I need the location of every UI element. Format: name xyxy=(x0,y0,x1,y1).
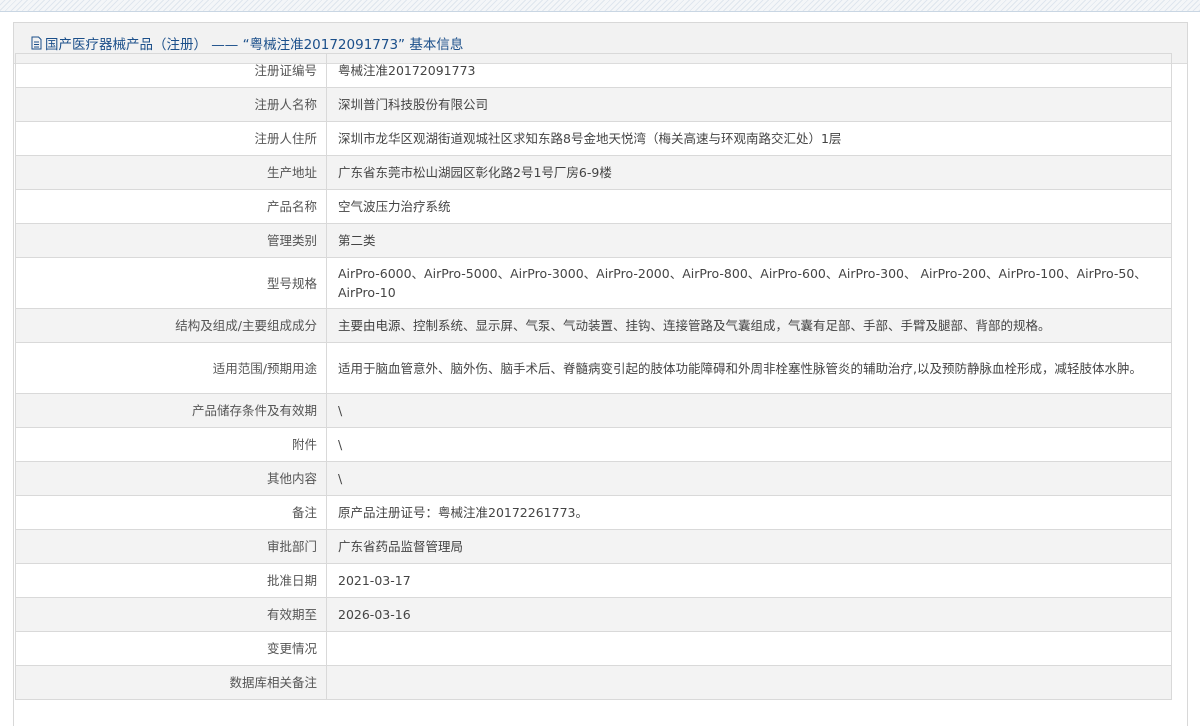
field-value: 原产品注册证号：粤械注准20172261773。 xyxy=(326,495,1172,530)
field-value: AirPro-6000、AirPro-5000、AirPro-3000、AirP… xyxy=(326,257,1172,309)
table-row: 型号规格 AirPro-6000、AirPro-5000、AirPro-3000… xyxy=(15,257,1172,309)
field-value: 第二类 xyxy=(326,223,1172,258)
table-row: 产品储存条件及有效期 \ xyxy=(15,393,1172,428)
field-label: 产品储存条件及有效期 xyxy=(15,393,327,428)
field-label: 变更情况 xyxy=(15,631,327,666)
table-row: 有效期至 2026-03-16 xyxy=(15,597,1172,632)
page-title: 国产医疗器械产品（注册） —— “粤械注准20172091773” 基本信息 xyxy=(45,37,464,53)
field-label: 注册人名称 xyxy=(15,87,327,122)
table-row: 生产地址 广东省东莞市松山湖园区彰化路2号1号厂房6-9楼 xyxy=(15,155,1172,190)
table-row: 数据库相关备注 xyxy=(15,665,1172,700)
field-label: 产品名称 xyxy=(15,189,327,224)
field-label: 注册人住所 xyxy=(15,121,327,156)
field-value xyxy=(326,665,1172,700)
table-row: 附件 \ xyxy=(15,427,1172,462)
top-decorative-band xyxy=(0,0,1200,12)
table-row: 审批部门 广东省药品监督管理局 xyxy=(15,529,1172,564)
document-icon xyxy=(30,36,43,50)
table-row: 产品名称 空气波压力治疗系统 xyxy=(15,189,1172,224)
field-value: 深圳普门科技股份有限公司 xyxy=(326,87,1172,122)
field-value: \ xyxy=(326,393,1172,428)
field-label: 适用范围/预期用途 xyxy=(15,342,327,394)
table-row: 注册人名称 深圳普门科技股份有限公司 xyxy=(15,87,1172,122)
field-label: 附件 xyxy=(15,427,327,462)
table-row: 其他内容 \ xyxy=(15,461,1172,496)
info-table: 注册证编号 粤械注准20172091773 注册人名称 深圳普门科技股份有限公司… xyxy=(15,53,1172,700)
table-row: 批准日期 2021-03-17 xyxy=(15,563,1172,598)
field-value: 2021-03-17 xyxy=(326,563,1172,598)
table-row: 注册人住所 深圳市龙华区观湖街道观城社区求知东路8号金地天悦湾（梅关高速与环观南… xyxy=(15,121,1172,156)
table-row: 备注 原产品注册证号：粤械注准20172261773。 xyxy=(15,495,1172,530)
field-label: 型号规格 xyxy=(15,257,327,309)
field-value: 2026-03-16 xyxy=(326,597,1172,632)
field-value: 广东省东莞市松山湖园区彰化路2号1号厂房6-9楼 xyxy=(326,155,1172,190)
field-label: 备注 xyxy=(15,495,327,530)
field-label: 生产地址 xyxy=(15,155,327,190)
field-label: 注册证编号 xyxy=(15,53,327,88)
field-label: 批准日期 xyxy=(15,563,327,598)
field-label: 数据库相关备注 xyxy=(15,665,327,700)
field-value: \ xyxy=(326,427,1172,462)
table-row: 结构及组成/主要组成成分 主要由电源、控制系统、显示屏、气泵、气动装置、挂钩、连… xyxy=(15,308,1172,343)
field-value xyxy=(326,631,1172,666)
field-value: 空气波压力治疗系统 xyxy=(326,189,1172,224)
field-value: 广东省药品监督管理局 xyxy=(326,529,1172,564)
field-value: 粤械注准20172091773 xyxy=(326,53,1172,88)
field-label: 管理类别 xyxy=(15,223,327,258)
field-value: 深圳市龙华区观湖街道观城社区求知东路8号金地天悦湾（梅关高速与环观南路交汇处）1… xyxy=(326,121,1172,156)
field-value: 适用于脑血管意外、脑外伤、脑手术后、脊髓病变引起的肢体功能障碍和外周非栓塞性脉管… xyxy=(326,342,1172,394)
table-row: 管理类别 第二类 xyxy=(15,223,1172,258)
field-value: \ xyxy=(326,461,1172,496)
table-row: 注册证编号 粤械注准20172091773 xyxy=(15,53,1172,88)
field-label: 结构及组成/主要组成成分 xyxy=(15,308,327,343)
field-value: 主要由电源、控制系统、显示屏、气泵、气动装置、挂钩、连接管路及气囊组成，气囊有足… xyxy=(326,308,1172,343)
table-row: 适用范围/预期用途 适用于脑血管意外、脑外伤、脑手术后、脊髓病变引起的肢体功能障… xyxy=(15,342,1172,394)
field-label: 有效期至 xyxy=(15,597,327,632)
field-label: 审批部门 xyxy=(15,529,327,564)
field-label: 其他内容 xyxy=(15,461,327,496)
table-row: 变更情况 xyxy=(15,631,1172,666)
